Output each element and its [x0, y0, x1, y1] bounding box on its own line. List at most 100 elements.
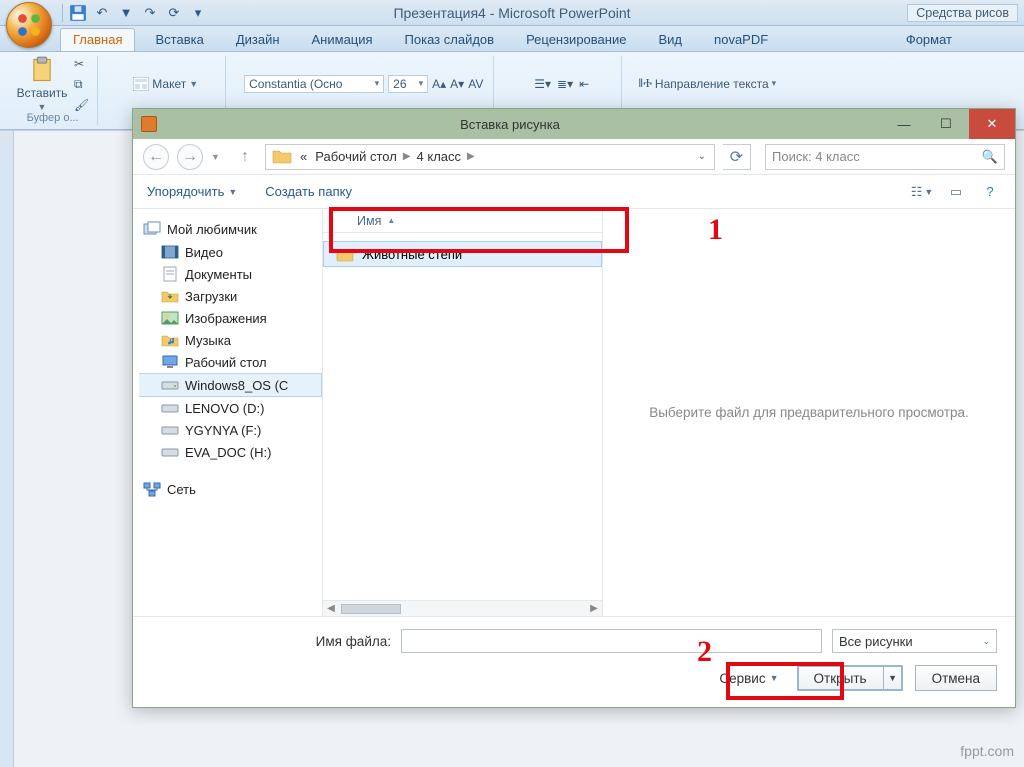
tab-format[interactable]: Формат — [894, 29, 964, 51]
tree-item-cdrive[interactable]: Windows8_OS (C — [139, 373, 322, 397]
cut-button[interactable]: ✂ — [74, 57, 89, 71]
layout-dropdown[interactable]: Макет▼ — [133, 77, 198, 91]
redo-icon[interactable]: ↷ — [141, 4, 159, 22]
tree-item-fdrive[interactable]: YGYNYA (F:) — [139, 419, 322, 441]
dialog-bottom: Имя файла: Все рисунки⌄ Сервис ▼ Открыть… — [133, 616, 1015, 707]
tree-item-images[interactable]: Изображения — [139, 307, 322, 329]
preview-hint: Выберите файл для предварительного просм… — [649, 405, 969, 420]
search-box[interactable]: Поиск: 4 класс 🔍 — [765, 144, 1005, 170]
search-icon: 🔍 — [982, 149, 998, 165]
quick-access-toolbar: ↶ ▼ ↷ ⟳ ▾ — [0, 0, 1024, 26]
address-bar[interactable]: « Рабочий стол ▶ 4 класс ▶ ⌄ — [265, 144, 715, 170]
layout-label: Макет — [152, 77, 186, 91]
search-placeholder: Поиск: 4 класс — [772, 149, 860, 164]
view-list-icon[interactable]: ☷▼ — [911, 183, 933, 201]
folder-icon — [272, 148, 292, 166]
preview-pane-icon[interactable]: ▭ — [945, 183, 967, 201]
paste-label: Вставить — [17, 86, 68, 100]
slide-thumbnail-gutter — [0, 131, 14, 767]
save-icon[interactable] — [69, 4, 87, 22]
new-folder-button[interactable]: Создать папку — [265, 184, 352, 199]
insert-picture-dialog: Вставка рисунка — ☐ ✕ ← → ▼ ↑ « Рабочий … — [132, 108, 1016, 708]
tab-novapdf[interactable]: novaPDF — [702, 29, 780, 51]
dialog-app-icon — [141, 116, 157, 132]
preview-pane: Выберите файл для предварительного просм… — [603, 209, 1015, 616]
help-icon[interactable]: ? — [979, 183, 1001, 201]
watermark: fppt.com — [960, 743, 1014, 759]
clipboard-group-label: Буфер о... — [27, 112, 79, 126]
organize-menu[interactable]: Упорядочить▼ — [147, 184, 237, 199]
list-item[interactable]: Животные степи — [323, 241, 602, 267]
tree-item-hdrive[interactable]: EVA_DOC (H:) — [139, 441, 322, 463]
dialog-body: Мой любимчик Видео Документы Загрузки Из… — [133, 209, 1015, 616]
tree-item-video[interactable]: Видео — [139, 241, 322, 263]
tree-favorites[interactable]: Мой любимчик — [139, 217, 322, 241]
dialog-nav: ← → ▼ ↑ « Рабочий стол ▶ 4 класс ▶ ⌄ ⟳ П… — [133, 139, 1015, 175]
copy-button[interactable]: ⧉ — [74, 77, 89, 92]
file-list[interactable]: Имя ▲ Животные степи ◀▶ — [323, 209, 603, 616]
tools-menu[interactable]: Сервис ▼ — [719, 671, 778, 686]
dialog-toolbar: Упорядочить▼ Создать папку ☷▼ ▭ ? — [133, 175, 1015, 209]
bullets-icon[interactable]: ☰▾ — [534, 77, 551, 91]
office-button[interactable] — [6, 2, 52, 48]
minimize-button[interactable]: — — [883, 112, 925, 136]
nav-back-button[interactable]: ← — [143, 144, 169, 170]
tree-item-documents[interactable]: Документы — [139, 263, 322, 285]
indent-icon[interactable]: ⇤ — [579, 77, 589, 91]
repeat-icon[interactable]: ⟳ — [165, 4, 183, 22]
column-header-name[interactable]: Имя ▲ — [323, 209, 602, 233]
font-size-combo[interactable]: 26▾ — [388, 75, 428, 93]
annotation-number-2: 2 — [697, 635, 712, 669]
tree-item-downloads[interactable]: Загрузки — [139, 285, 322, 307]
tab-review[interactable]: Рецензирование — [514, 29, 638, 51]
tree-item-desktop[interactable]: Рабочий стол — [139, 351, 322, 373]
list-hscroll[interactable]: ◀▶ — [323, 600, 602, 616]
format-painter-button[interactable]: 🖌 — [74, 98, 89, 112]
sort-asc-icon: ▲ — [387, 216, 395, 225]
qat-customize-icon[interactable]: ▾ — [189, 4, 207, 22]
tab-animation[interactable]: Анимация — [300, 29, 385, 51]
annotation-number-1: 1 — [708, 213, 723, 247]
numbering-icon[interactable]: ≣▾ — [557, 77, 573, 91]
chevron-right-icon[interactable]: ▶ — [401, 151, 413, 162]
refresh-button[interactable]: ⟳ — [723, 144, 751, 170]
address-dropdown-icon[interactable]: ⌄ — [692, 151, 712, 162]
nav-forward-button[interactable]: → — [177, 144, 203, 170]
font-name-combo[interactable]: Constantia (Осно▾ — [244, 75, 384, 93]
chevron-right-icon[interactable]: ▶ — [465, 151, 477, 162]
tree-item-ddrive[interactable]: LENOVO (D:) — [139, 397, 322, 419]
filename-field[interactable] — [401, 629, 822, 653]
dialog-titlebar[interactable]: Вставка рисунка — ☐ ✕ — [133, 109, 1015, 139]
undo-icon[interactable]: ↶ — [93, 4, 111, 22]
close-button[interactable]: ✕ — [969, 109, 1015, 139]
tab-slideshow[interactable]: Показ слайдов — [393, 29, 507, 51]
tab-home[interactable]: Главная — [60, 28, 135, 51]
paste-button[interactable]: Вставить ▼ — [16, 56, 68, 112]
nav-history-dropdown[interactable]: ▼ — [211, 152, 225, 162]
open-dropdown-icon[interactable]: ▼ — [884, 673, 902, 683]
open-button[interactable]: Открыть ▼ — [797, 665, 903, 691]
tab-insert[interactable]: Вставка — [143, 29, 215, 51]
crumb-1[interactable]: 4 класс — [413, 149, 466, 164]
tab-view[interactable]: Вид — [646, 29, 694, 51]
grow-font-icon[interactable]: A▴ — [432, 77, 446, 91]
tab-design[interactable]: Дизайн — [224, 29, 292, 51]
crumb-0[interactable]: Рабочий стол — [311, 149, 401, 164]
undo-dropdown-icon[interactable]: ▼ — [117, 4, 135, 22]
text-direction-button[interactable]: ‖Ⰰ Направление текста ▾ — [638, 76, 776, 91]
maximize-button[interactable]: ☐ — [925, 112, 967, 136]
file-filter-combo[interactable]: Все рисунки⌄ — [832, 629, 997, 653]
nav-up-button[interactable]: ↑ — [233, 145, 257, 169]
ribbon-tabstrip: Главная Вставка Дизайн Анимация Показ сл… — [0, 26, 1024, 52]
shrink-font-icon[interactable]: A▾ — [450, 77, 464, 91]
list-item-name: Животные степи — [362, 247, 462, 262]
tree-network[interactable]: Сеть — [139, 477, 322, 501]
crumb-prefix[interactable]: « — [296, 149, 311, 164]
tree-item-music[interactable]: Музыка — [139, 329, 322, 351]
cancel-button[interactable]: Отмена — [915, 665, 997, 691]
contextual-tab-label[interactable]: Средства рисов — [907, 4, 1018, 22]
char-spacing-icon[interactable]: AV — [468, 77, 483, 91]
group-clipboard: Вставить ▼ ✂ ⧉ 🖌 Буфер о... — [8, 56, 98, 125]
nav-tree[interactable]: Мой любимчик Видео Документы Загрузки Из… — [133, 209, 323, 616]
folder-icon — [336, 246, 354, 262]
